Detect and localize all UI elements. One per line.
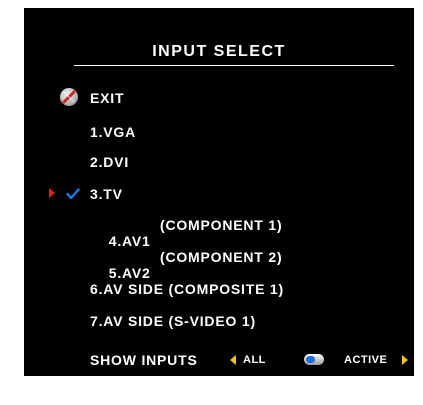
menu-item-av-side-composite[interactable]: 6.AV SIDE (COMPOSITE 1) <box>90 281 284 297</box>
menu-title: INPUT SELECT <box>152 43 286 60</box>
show-inputs-label: SHOW INPUTS <box>90 352 198 368</box>
arrow-left-icon[interactable] <box>230 355 236 365</box>
menu-item-av1-detail: (COMPONENT 1) <box>160 217 283 233</box>
checkmark-icon <box>66 187 80 205</box>
show-inputs-option-active[interactable]: ACTIVE <box>344 354 387 366</box>
selection-pointer-icon <box>49 188 55 198</box>
input-select-osd: INPUT SELECT EXIT 1.VGA 2.DVI 3.TV 4.AV1… <box>24 8 414 376</box>
menu-item-tv[interactable]: 3.TV <box>90 186 123 202</box>
menu-item-av2-detail: (COMPONENT 2) <box>160 249 283 265</box>
menu-item-dvi[interactable]: 2.DVI <box>90 154 129 170</box>
arrow-right-icon[interactable] <box>402 355 408 365</box>
menu-item-exit[interactable]: EXIT <box>90 90 124 106</box>
title-divider <box>74 65 394 66</box>
toggle-knob <box>306 356 315 363</box>
exit-icon[interactable] <box>60 88 78 106</box>
menu-item-av1-label: 4.AV1 <box>108 233 151 249</box>
show-inputs-toggle[interactable] <box>304 354 324 365</box>
menu-item-av-side-svideo[interactable]: 7.AV SIDE (S-VIDEO 1) <box>90 313 256 329</box>
menu-item-vga[interactable]: 1.VGA <box>90 124 136 140</box>
menu-item-av2-label: 5.AV2 <box>108 265 151 281</box>
show-inputs-option-all[interactable]: ALL <box>243 354 266 366</box>
